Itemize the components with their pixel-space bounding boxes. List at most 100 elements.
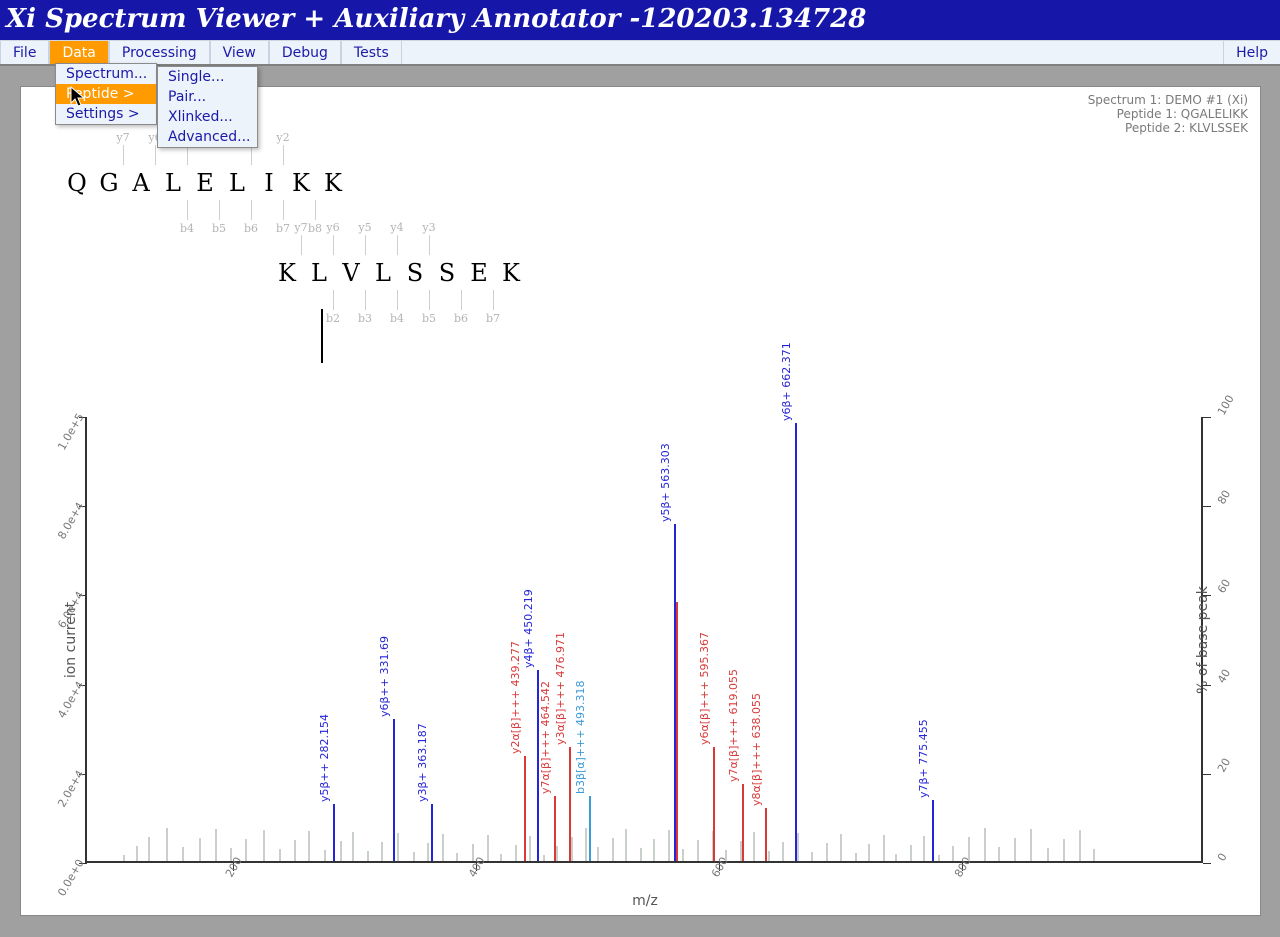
noise-peak [456, 853, 458, 861]
peak-label: y6β++ 331.69 [378, 636, 391, 717]
peak-label: y6β+ 662.371 [780, 342, 793, 421]
noise-peak [166, 828, 168, 861]
dropdown-item-peptide[interactable]: Peptide > [56, 84, 156, 104]
peak-label: y7α[β]+++ 464.542 [539, 681, 552, 794]
y2-tick: 80 [1203, 506, 1211, 507]
residue: Vy5b3 [335, 259, 367, 287]
residue: Ly4b4 [367, 259, 399, 287]
residue: Sb6 [431, 259, 463, 287]
b-ion-tick: b7 [481, 312, 505, 325]
menu-processing[interactable]: Processing [109, 41, 210, 64]
noise-peak [653, 839, 655, 861]
noise-peak [625, 829, 627, 861]
b-ion-tick: b4 [385, 312, 409, 325]
y2-axis-label: % of base peak [1195, 586, 1211, 694]
noise-peak [782, 842, 784, 861]
info-spectrum: Spectrum 1: DEMO #1 (Xi) [1088, 93, 1248, 107]
menubar: File Data Processing View Debug Tests He… [0, 40, 1280, 66]
residue: Ly6b2 [303, 259, 335, 287]
noise-peak [1014, 838, 1016, 861]
y-ion-tick: y2 [271, 131, 295, 144]
noise-peak [811, 852, 813, 861]
noise-peak [612, 838, 614, 861]
residue: Gy7 [93, 169, 125, 197]
noise-peak [968, 837, 970, 861]
noise-peak [199, 838, 201, 861]
menu-debug[interactable]: Debug [269, 41, 341, 64]
b-ion-tick: b5 [207, 222, 231, 235]
b-ion-tick: b3 [353, 312, 377, 325]
noise-peak [136, 846, 138, 861]
y-ion-tick: y7 [111, 131, 135, 144]
residue: Iy2b7 [253, 169, 285, 197]
annotated-peak [713, 747, 715, 861]
submenu-item-xlinked[interactable]: Xlinked... [158, 107, 257, 127]
x-axis-label: m/z [632, 893, 658, 909]
noise-peak [768, 851, 770, 861]
y-ion-tick: y3 [417, 221, 441, 234]
noise-peak [123, 855, 125, 861]
y2-tick-label: 100 [1215, 393, 1237, 418]
residue: K [495, 259, 527, 287]
annotated-peak [554, 796, 556, 861]
y-tick: 0.0e+0 [79, 863, 87, 864]
peak-label: y2α[β]+++ 439.277 [509, 641, 522, 754]
y-tick-label: 8.0e+4 [55, 500, 87, 542]
y2-tick-label: 0 [1215, 851, 1230, 864]
window-title: Xi Spectrum Viewer + Auxiliary Annotator… [6, 4, 866, 34]
residue: Eb5 [189, 169, 221, 197]
menu-file[interactable]: File [0, 41, 49, 64]
dropdown-item-settings[interactable]: Settings > [56, 104, 156, 124]
annotated-peak [676, 602, 678, 861]
y2-tick-label: 20 [1215, 756, 1233, 775]
annotated-peak [765, 808, 767, 861]
menu-view[interactable]: View [210, 41, 269, 64]
annotated-peak [589, 796, 591, 861]
y-tick: 2.0e+4 [79, 774, 87, 775]
menu-data[interactable]: Data [49, 41, 108, 64]
dropdown-data: Spectrum... Peptide > Settings > [55, 63, 157, 125]
noise-peak [367, 851, 369, 861]
peak-label: y4β+ 450.219 [522, 590, 535, 669]
noise-peak [500, 854, 502, 861]
noise-peak [515, 845, 517, 861]
residue: Q [61, 169, 93, 197]
spectrum-chart[interactable]: m/z ion current % of base peak 0.0e+02.0… [85, 417, 1203, 863]
menu-tests[interactable]: Tests [341, 41, 402, 64]
x-tick: 200 [233, 863, 234, 871]
noise-peak [923, 836, 925, 861]
menu-help[interactable]: Help [1223, 41, 1280, 64]
y-ion-tick: y5 [353, 221, 377, 234]
noise-peak [294, 840, 296, 861]
noise-peak [263, 830, 265, 861]
submenu-item-advanced[interactable]: Advanced... [158, 127, 257, 147]
y2-tick: 20 [1203, 774, 1211, 775]
noise-peak [998, 847, 1000, 861]
noise-peak [1079, 830, 1081, 861]
noise-peak [1093, 849, 1095, 861]
submenu-item-pair[interactable]: Pair... [158, 87, 257, 107]
y2-tick: 40 [1203, 685, 1211, 686]
y-tick-label: 1.0e+5 [55, 411, 87, 453]
dropdown-item-spectrum[interactable]: Spectrum... [56, 64, 156, 84]
noise-peak [427, 843, 429, 861]
y-ion-tick: y7 [289, 221, 313, 234]
y2-tick-label: 40 [1215, 666, 1233, 685]
submenu-item-single[interactable]: Single... [158, 67, 257, 87]
noise-peak [984, 828, 986, 861]
annotated-peak [431, 804, 433, 861]
noise-peak [753, 832, 755, 861]
peak-label: y5β+ 563.303 [659, 444, 672, 523]
b-ion-tick: b6 [239, 222, 263, 235]
y2-tick: 60 [1203, 595, 1211, 596]
noise-peak [413, 852, 415, 861]
x-tick-label: 200 [223, 855, 245, 880]
annotated-peak [524, 756, 526, 861]
noise-peak [585, 828, 587, 861]
noise-peak [182, 847, 184, 861]
residue: Sy3b5 [399, 259, 431, 287]
noise-peak [381, 842, 383, 861]
y-tick-label: 4.0e+4 [55, 679, 87, 721]
noise-peak [397, 833, 399, 861]
peptide1-sequence: QGy7Ay6Ly5b4Eb5Ly3b6Iy2b7Kb8K [61, 169, 581, 197]
